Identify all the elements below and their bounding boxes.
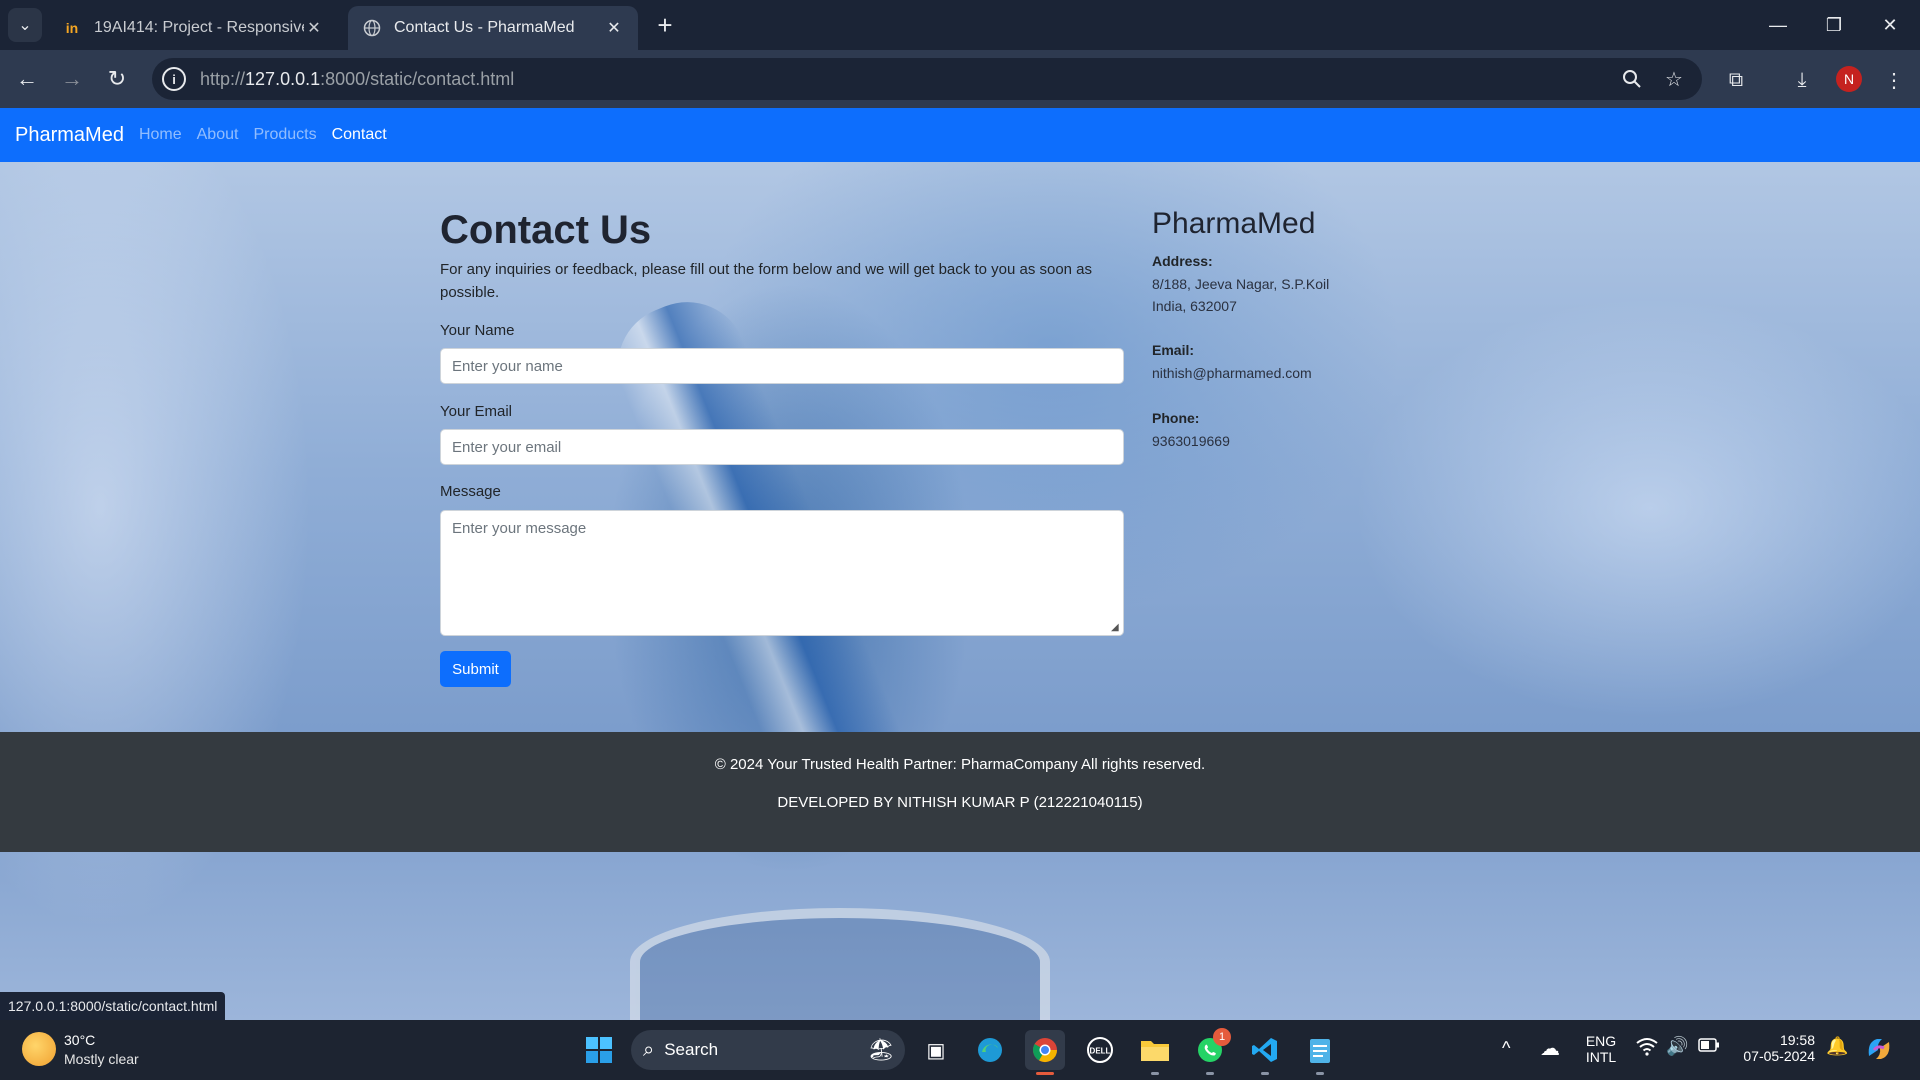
extensions-icon[interactable]: ⧉: [1722, 66, 1750, 94]
tab-contact[interactable]: Contact Us - PharmaMed ✕: [348, 6, 638, 50]
nav-home[interactable]: Home: [139, 126, 182, 144]
search-highlight-icon: 🏖: [867, 1037, 895, 1062]
onedrive-icon[interactable]: ☁: [1540, 1036, 1560, 1061]
clock-date: 07-05-2024: [1743, 1048, 1815, 1064]
url-host: 127.0.0.1: [245, 68, 321, 89]
address-label: Address:: [1152, 253, 1213, 269]
message-label: Message: [440, 483, 501, 500]
url-scheme: http://: [200, 68, 246, 89]
search-icon: ⌕: [643, 1038, 655, 1061]
notepad-indicator: [1316, 1072, 1324, 1075]
address-line-1: 8/188, Jeeva Nagar, S.P.Koil: [1152, 276, 1330, 292]
footer-copyright: © 2024 Your Trusted Health Partner: Phar…: [714, 756, 1206, 773]
lang-top: ENG: [1585, 1033, 1617, 1049]
site-info-icon[interactable]: i: [162, 67, 186, 91]
wifi-icon[interactable]: [1636, 1036, 1658, 1061]
weather-temp[interactable]: 30°C: [64, 1032, 95, 1048]
restore-icon[interactable]: ❐: [1806, 0, 1862, 50]
site-footer: © 2024 Your Trusted Health Partner: Phar…: [0, 732, 1920, 852]
site-navbar: PharmaMed Home About Products Contact: [0, 108, 1920, 162]
chevron-up-icon[interactable]: ^: [1502, 1038, 1510, 1059]
browser-toolbar: ← → ↻ i http://127.0.0.1:8000/static/con…: [0, 50, 1920, 108]
language-indicator[interactable]: ENG INTL: [1584, 1033, 1618, 1065]
phone-label: Phone:: [1152, 410, 1200, 426]
bookmark-star-icon[interactable]: ☆: [1662, 67, 1686, 91]
nav-products[interactable]: Products: [253, 126, 316, 144]
submit-button[interactable]: Submit: [440, 651, 511, 687]
lang-bottom: INTL: [1585, 1049, 1617, 1065]
name-field[interactable]: Enter your name: [440, 348, 1124, 384]
copilot-icon[interactable]: [1864, 1034, 1894, 1067]
close-icon[interactable]: ✕: [604, 18, 624, 38]
taskbar-search[interactable]: ⌕ Search 🏖: [631, 1030, 905, 1070]
task-view-icon[interactable]: ▣: [916, 1030, 956, 1070]
tab-title: Contact Us - PharmaMed: [394, 19, 575, 36]
dell-icon[interactable]: DELL: [1080, 1030, 1120, 1070]
vscode-indicator: [1261, 1072, 1269, 1075]
whatsapp-indicator: [1206, 1072, 1214, 1075]
company-title: PharmaMed: [1152, 207, 1316, 240]
tab-search-button[interactable]: ⌄: [8, 8, 42, 42]
nav-about[interactable]: About: [197, 126, 239, 144]
nav-contact[interactable]: Contact: [332, 126, 387, 144]
clock[interactable]: 19:58 07-05-2024: [1735, 1032, 1815, 1064]
footer-developer: DEVELOPED BY NITHISH KUMAR P (2122210401…: [777, 794, 1143, 811]
status-bar-url: 127.0.0.1:8000/static/contact.html: [0, 992, 226, 1020]
minimize-icon[interactable]: —: [1750, 0, 1806, 50]
address-bar[interactable]: i http://127.0.0.1:8000/static/contact.h…: [152, 58, 1702, 100]
reload-icon[interactable]: ↻: [100, 62, 134, 96]
page-title: Contact Us: [440, 208, 652, 252]
vscode-icon[interactable]: [1245, 1030, 1285, 1070]
file-explorer-icon[interactable]: [1135, 1030, 1175, 1070]
company-email: nithish@pharmamed.com: [1152, 365, 1312, 381]
chevron-down-icon: ⌄: [18, 17, 32, 34]
notepad-icon[interactable]: [1300, 1030, 1340, 1070]
clock-time: 19:58: [1779, 1032, 1815, 1048]
explorer-indicator: [1151, 1072, 1159, 1075]
page-viewport: PharmaMed Home About Products Contact Co…: [0, 108, 1920, 1020]
search-label: Search: [664, 1040, 719, 1059]
email-label: Your Email: [440, 403, 512, 420]
windows-start-icon[interactable]: [579, 1030, 619, 1070]
close-icon[interactable]: ✕: [304, 18, 324, 38]
tab-title: 19AI414: Project - Responsive W: [94, 19, 304, 36]
resize-handle-icon[interactable]: ◢: [1111, 623, 1121, 633]
message-field[interactable]: Enter your message ◢: [440, 510, 1124, 636]
email-heading: Email:: [1152, 342, 1195, 358]
url-text[interactable]: http://127.0.0.1:8000/static/contact.htm…: [200, 69, 514, 90]
in-icon: in: [65, 20, 79, 36]
address-line-2: India, 632007: [1152, 298, 1237, 314]
new-tab-button[interactable]: +: [650, 10, 680, 40]
chrome-icon[interactable]: [1025, 1030, 1065, 1070]
chrome-active-indicator: [1036, 1072, 1054, 1075]
menu-dots-icon[interactable]: ⋮: [1880, 66, 1908, 94]
windows-taskbar: 30°C Mostly clear ⌕ Search 🏖 ▣ DELL 1 ^ …: [0, 1020, 1920, 1080]
message-placeholder: Enter your message: [452, 520, 587, 537]
window-close-icon[interactable]: ✕: [1862, 0, 1918, 50]
weather-moon-icon[interactable]: [22, 1032, 56, 1066]
url-path: :8000/static/contact.html: [320, 68, 515, 89]
zoom-icon[interactable]: [1620, 67, 1644, 91]
whatsapp-badge: 1: [1213, 1028, 1231, 1046]
background-beaker: [630, 908, 1050, 1020]
svg-text:DELL: DELL: [1090, 1047, 1111, 1056]
battery-icon[interactable]: [1698, 1038, 1720, 1055]
tab-strip: ⌄ in 19AI414: Project - Responsive W ✕ C…: [0, 0, 1920, 50]
tab-project[interactable]: in 19AI414: Project - Responsive W ✕: [48, 6, 338, 50]
weather-desc[interactable]: Mostly clear: [64, 1051, 139, 1067]
notification-bell-icon[interactable]: 🔔: [1826, 1036, 1848, 1057]
back-arrow-icon[interactable]: ←: [10, 62, 44, 96]
intro-text: For any inquiries or feedback, please fi…: [440, 261, 1093, 301]
edge-icon[interactable]: [970, 1030, 1010, 1070]
company-phone: 9363019669: [1152, 433, 1230, 449]
email-field[interactable]: Enter your email: [440, 429, 1124, 465]
volume-icon[interactable]: 🔊: [1666, 1036, 1688, 1057]
profile-avatar[interactable]: N: [1836, 66, 1862, 92]
download-icon[interactable]: ⤓: [1788, 66, 1816, 94]
forward-arrow-icon[interactable]: →: [55, 62, 89, 96]
globe-icon: [362, 18, 382, 38]
navbar-brand[interactable]: PharmaMed: [15, 124, 124, 147]
name-label: Your Name: [440, 322, 515, 339]
